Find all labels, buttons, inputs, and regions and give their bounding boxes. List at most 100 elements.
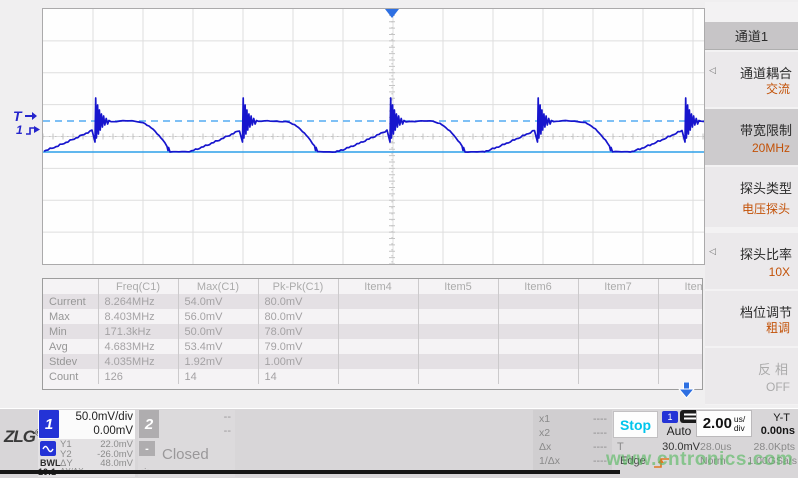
cursor-x2-value: ---- [593,427,607,439]
table-cell [578,369,658,384]
table-row: Max8.403MHz56.0mV80.0mV [43,309,703,324]
row-label: Stdev [43,354,98,369]
timebase-value: 2.00 [703,415,732,432]
trigger-delay: 0.00ns [761,425,795,437]
table-cell [658,324,703,339]
menu-item-value: 20MHz [752,141,790,155]
channel1-marker-label: 1 [16,124,23,136]
channel1-scale: 50.0mV/div [60,411,133,423]
menu-item-probe-type[interactable]: ◁ 探头类型 电压探头 [705,167,798,227]
brand-logo: ZLG® [4,427,40,447]
ac-coupling-icon [40,441,56,456]
cursor-readout-block: x1 ---- x2 ---- Δx ---- 1/Δx ---- [533,410,612,474]
trigger-level-label: T [13,109,22,123]
trigger-position-marker[interactable] [385,9,399,18]
table-cell: 80.0mV [258,309,338,324]
cursor-x2-label: x2 [539,427,550,439]
site-watermark: www.cntronics.com [606,449,793,471]
row-label: Max [43,309,98,324]
table-cell [658,354,703,369]
table-cell [578,339,658,354]
menu-item-value: 粗调 [766,319,790,336]
table-cell [578,354,658,369]
trigger-source-badge: 1 [662,411,678,423]
trigger-level-marker[interactable]: T [13,109,38,123]
table-cell: 79.0mV [258,339,338,354]
scroll-down-arrow-icon[interactable] [677,382,696,400]
table-cell [418,309,498,324]
row-label: Count [43,369,98,384]
table-cell [418,354,498,369]
channel1-position-marker[interactable]: 1 [16,124,42,136]
table-cell [338,369,418,384]
channel1-offset: 0.00mV [60,425,133,437]
table-column-header: Item5 [418,279,498,294]
table-column-header: Item7 [578,279,658,294]
channel2-badge[interactable]: 2 [139,410,159,438]
table-cell: 126 [98,369,178,384]
table-cell: 4.035MHz [98,354,178,369]
waveform-plot [43,9,704,264]
table-cell: 14 [178,369,258,384]
menu-sidebar: 通道1 ◁ 通道耦合 交流 ◁ 带宽限制 20MHz ◁ 探头类型 电压探头 ◁… [705,2,798,405]
run-state-indicator[interactable]: Stop [613,411,658,438]
step-arrow-icon [25,124,42,136]
arrow-right-icon [24,111,38,121]
channel2-scale: -- [224,411,231,423]
table-cell [338,354,418,369]
table-cell: 50.0mV [178,324,258,339]
timebase-unit: us/div [734,415,745,433]
table-column-header: Max(C1) [178,279,258,294]
menu-item-probe-ratio[interactable]: ◁ 探头比率 10X [705,233,798,289]
menu-item-value: 电压探头 [742,200,790,217]
table-cell [418,294,498,309]
table-cell [418,324,498,339]
menu-item-gear-adjust[interactable]: ◁ 档位调节 粗调 [705,291,798,346]
expand-left-icon: ◁ [709,246,716,257]
table-cell: 171.3kHz [98,324,178,339]
table-cell [658,309,703,324]
table-cell [498,324,578,339]
timebase-box[interactable]: 2.00 us/div [696,410,752,437]
table-cell [498,369,578,384]
table-cell [418,369,498,384]
cursor-dx-value: ---- [593,441,607,453]
table-cell [418,339,498,354]
expand-left-icon: ◁ [709,65,716,76]
table-row: Stdev4.035MHz1.92mV1.00mV [43,354,703,369]
waveform-display [42,8,705,265]
menu-item-value: 交流 [766,80,790,97]
table-cell: 54.0mV [178,294,258,309]
cursor-x1-value: ---- [593,413,607,425]
menu-item-label: 反相 [758,359,792,378]
menu-item-invert[interactable]: ◁ 反相 OFF [705,348,798,404]
bottom-border [0,470,620,474]
table-row: Current8.264MHz54.0mV80.0mV [43,294,703,309]
table-column-header: Pk-Pk(C1) [258,279,338,294]
menu-item-coupling[interactable]: ◁ 通道耦合 交流 [705,52,798,107]
table-cell [498,309,578,324]
menu-title: 通道1 [705,22,798,50]
table-cell: 1.92mV [178,354,258,369]
measurement-table: Freq(C1)Max(C1)Pk-Pk(C1)Item4Item5Item6I… [42,278,703,390]
channel2-minus-badge: - [139,441,155,456]
channel2-info-block[interactable]: 2 -- -- - Closed -:- -- [138,410,235,477]
cursor-inv-dx-label: 1/Δx [539,455,560,467]
row-label: Current [43,294,98,309]
channel1-badge[interactable]: 1 [39,410,59,438]
table-cell: 80.0mV [258,294,338,309]
table-cell: 53.4mV [178,339,258,354]
table-cell [338,294,418,309]
channel2-offset: -- [224,425,231,437]
table-column-header [43,279,98,294]
table-cell [338,339,418,354]
table-row: Min171.3kHz50.0mV78.0mV [43,324,703,339]
table-cell [338,309,418,324]
menu-item-bandwidth-limit[interactable]: ◁ 带宽限制 20MHz [705,109,798,165]
table-column-header: Item4 [338,279,418,294]
table-cell [578,294,658,309]
display-mode: Y-T [773,412,790,424]
table-cell: 8.264MHz [98,294,178,309]
table-cell: 8.403MHz [98,309,178,324]
table-cell [658,339,703,354]
